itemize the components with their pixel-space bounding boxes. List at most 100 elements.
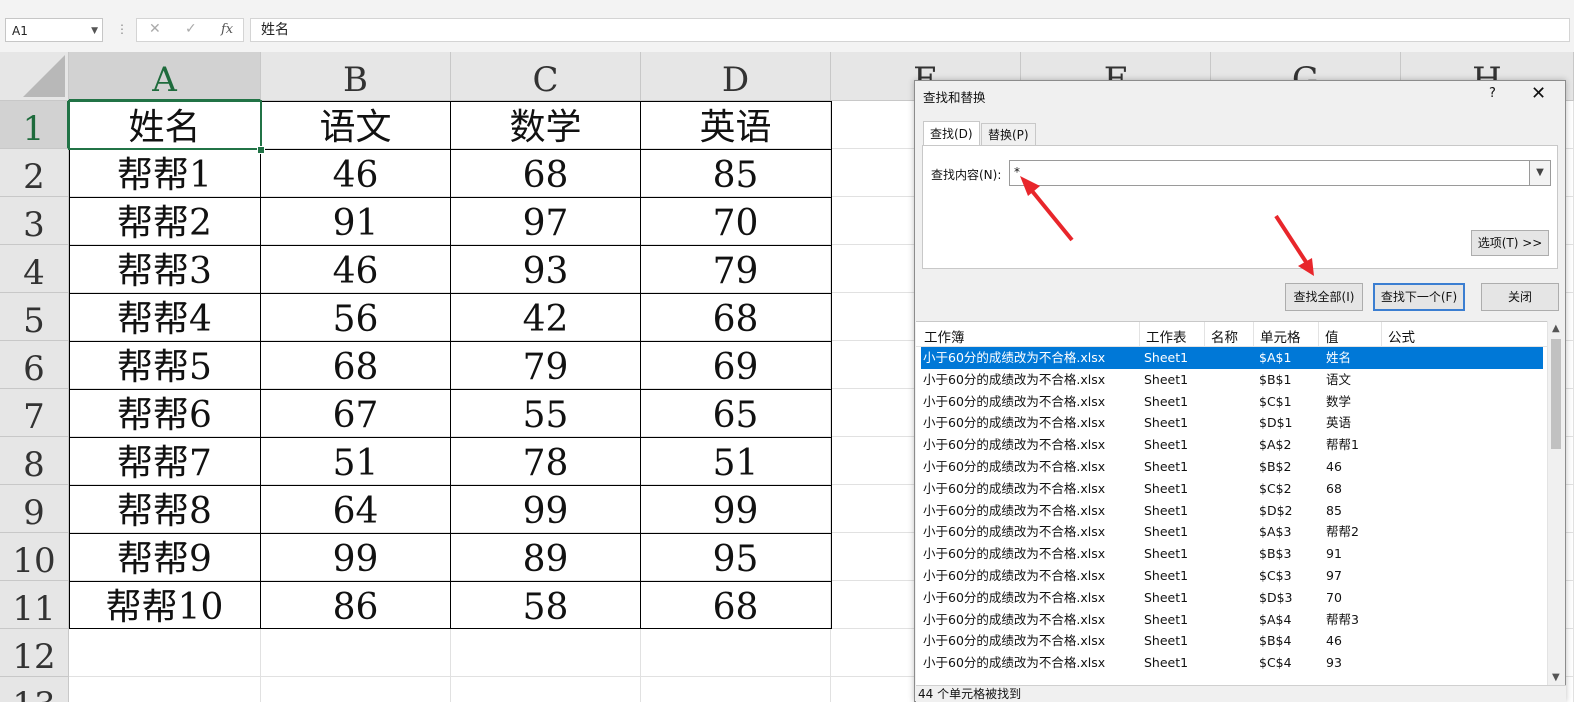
- cell-d11[interactable]: 68: [641, 581, 831, 629]
- cell-a2[interactable]: 帮帮1: [69, 149, 261, 197]
- name-box[interactable]: A1 ▼: [5, 18, 103, 42]
- cell-d9[interactable]: 99: [641, 485, 831, 533]
- cell-a7[interactable]: 帮帮6: [69, 389, 261, 437]
- column-header-c[interactable]: C: [451, 52, 641, 101]
- insert-function-icon[interactable]: fx: [221, 22, 233, 37]
- result-row[interactable]: 小于60分的成绩改为不合格.xlsx Sheet1 $B$3 91: [921, 543, 1543, 565]
- scroll-up-icon[interactable]: ▲: [1552, 323, 1560, 334]
- row-header-1[interactable]: 1: [0, 101, 69, 149]
- cell-c6[interactable]: 79: [451, 341, 641, 389]
- options-button[interactable]: 选项(T) >>: [1471, 230, 1549, 256]
- row-header-7[interactable]: 7: [0, 389, 69, 437]
- cell-b8[interactable]: 51: [261, 437, 451, 485]
- cell-d8[interactable]: 51: [641, 437, 831, 485]
- cell-c3[interactable]: 97: [451, 197, 641, 245]
- result-row[interactable]: 小于60分的成绩改为不合格.xlsx Sheet1 $B$1 语文: [921, 369, 1543, 391]
- help-icon[interactable]: ?: [1489, 86, 1496, 101]
- row-header-5[interactable]: 5: [0, 293, 69, 341]
- cell-d6[interactable]: 69: [641, 341, 831, 389]
- close-button[interactable]: 关闭: [1481, 283, 1559, 311]
- close-icon[interactable]: ✕: [1531, 83, 1546, 104]
- cell-d4[interactable]: 79: [641, 245, 831, 293]
- find-what-input[interactable]: * ▼: [1009, 160, 1551, 186]
- cell-b6[interactable]: 68: [261, 341, 451, 389]
- cell-d7[interactable]: 65: [641, 389, 831, 437]
- cell-a13[interactable]: [69, 677, 261, 702]
- result-row[interactable]: 小于60分的成绩改为不合格.xlsx Sheet1 $A$3 帮帮2: [921, 521, 1543, 543]
- scroll-down-icon[interactable]: ▼: [1552, 672, 1560, 683]
- row-header-9[interactable]: 9: [0, 485, 69, 533]
- cell-c7[interactable]: 55: [451, 389, 641, 437]
- row-header-8[interactable]: 8: [0, 437, 69, 485]
- result-row[interactable]: 小于60分的成绩改为不合格.xlsx Sheet1 $C$4 93: [921, 652, 1543, 674]
- row-header-13[interactable]: 13: [0, 677, 69, 702]
- cell-b2[interactable]: 46: [261, 149, 451, 197]
- column-header-b[interactable]: B: [261, 52, 451, 101]
- cell-c8[interactable]: 78: [451, 437, 641, 485]
- cell-b3[interactable]: 91: [261, 197, 451, 245]
- cell-c5[interactable]: 42: [451, 293, 641, 341]
- row-header-12[interactable]: 12: [0, 629, 69, 677]
- find-next-button[interactable]: 查找下一个(F): [1373, 283, 1465, 311]
- results-scrollbar[interactable]: ▲ ▼: [1547, 321, 1565, 685]
- find-all-button[interactable]: 查找全部(I): [1285, 283, 1363, 311]
- formula-bar-grip-icon[interactable]: ⋮: [116, 22, 128, 36]
- cell-a5[interactable]: 帮帮4: [69, 293, 261, 341]
- result-row[interactable]: 小于60分的成绩改为不合格.xlsx Sheet1 $A$4 帮帮3: [921, 609, 1543, 631]
- result-row[interactable]: 小于60分的成绩改为不合格.xlsx Sheet1 $A$1 姓名: [921, 347, 1543, 369]
- cell-c12[interactable]: [451, 629, 641, 677]
- cell-d10[interactable]: 95: [641, 533, 831, 581]
- column-header-a[interactable]: A: [69, 52, 261, 101]
- cell-a1[interactable]: 姓名: [69, 101, 261, 149]
- cell-b13[interactable]: [261, 677, 451, 702]
- cell-b1[interactable]: 语文: [261, 101, 451, 149]
- cell-d1[interactable]: 英语: [641, 101, 831, 149]
- cell-b4[interactable]: 46: [261, 245, 451, 293]
- row-header-6[interactable]: 6: [0, 341, 69, 389]
- cell-b5[interactable]: 56: [261, 293, 451, 341]
- cell-a3[interactable]: 帮帮2: [69, 197, 261, 245]
- header-sheet[interactable]: 工作表: [1146, 326, 1187, 346]
- row-header-11[interactable]: 11: [0, 581, 69, 629]
- cell-a9[interactable]: 帮帮8: [69, 485, 261, 533]
- cell-c4[interactable]: 93: [451, 245, 641, 293]
- header-name[interactable]: 名称: [1211, 326, 1238, 346]
- scroll-thumb[interactable]: [1551, 339, 1561, 449]
- result-row[interactable]: 小于60分的成绩改为不合格.xlsx Sheet1 $B$2 46: [921, 456, 1543, 478]
- cell-d5[interactable]: 68: [641, 293, 831, 341]
- row-header-3[interactable]: 3: [0, 197, 69, 245]
- result-row[interactable]: 小于60分的成绩改为不合格.xlsx Sheet1 $C$3 97: [921, 565, 1543, 587]
- cancel-icon[interactable]: ✕: [149, 21, 161, 37]
- cell-c9[interactable]: 99: [451, 485, 641, 533]
- cell-a6[interactable]: 帮帮5: [69, 341, 261, 389]
- results-list[interactable]: 工作簿 工作表 名称 单元格 值 公式 小于60分的成绩改为不合格.xlsx Sh…: [916, 321, 1548, 686]
- select-all-button[interactable]: [0, 52, 69, 101]
- cell-a8[interactable]: 帮帮7: [69, 437, 261, 485]
- cell-b9[interactable]: 64: [261, 485, 451, 533]
- cell-a11[interactable]: 帮帮10: [69, 581, 261, 629]
- row-header-2[interactable]: 2: [0, 149, 69, 197]
- result-row[interactable]: 小于60分的成绩改为不合格.xlsx Sheet1 $D$3 70: [921, 587, 1543, 609]
- result-row[interactable]: 小于60分的成绩改为不合格.xlsx Sheet1 $C$1 数学: [921, 391, 1543, 413]
- cell-b10[interactable]: 99: [261, 533, 451, 581]
- cell-a10[interactable]: 帮帮9: [69, 533, 261, 581]
- result-row[interactable]: 小于60分的成绩改为不合格.xlsx Sheet1 $B$4 46: [921, 630, 1543, 652]
- enter-icon[interactable]: ✓: [185, 21, 197, 37]
- cell-c10[interactable]: 89: [451, 533, 641, 581]
- cell-d12[interactable]: [641, 629, 831, 677]
- header-formula[interactable]: 公式: [1388, 326, 1415, 346]
- row-header-10[interactable]: 10: [0, 533, 69, 581]
- header-workbook[interactable]: 工作簿: [924, 326, 965, 346]
- formula-input[interactable]: 姓名: [250, 18, 1570, 42]
- chevron-down-icon[interactable]: ▼: [1529, 161, 1550, 185]
- fill-handle[interactable]: [257, 146, 265, 154]
- result-row[interactable]: 小于60分的成绩改为不合格.xlsx Sheet1 $D$2 85: [921, 500, 1543, 522]
- result-row[interactable]: 小于60分的成绩改为不合格.xlsx Sheet1 $D$1 英语: [921, 412, 1543, 434]
- cell-c11[interactable]: 58: [451, 581, 641, 629]
- header-cell[interactable]: 单元格: [1260, 326, 1301, 346]
- column-header-d[interactable]: D: [641, 52, 831, 101]
- cell-c2[interactable]: 68: [451, 149, 641, 197]
- chevron-down-icon[interactable]: ▼: [91, 19, 98, 43]
- tab-find[interactable]: 查找(D): [923, 121, 980, 147]
- header-value[interactable]: 值: [1325, 326, 1339, 346]
